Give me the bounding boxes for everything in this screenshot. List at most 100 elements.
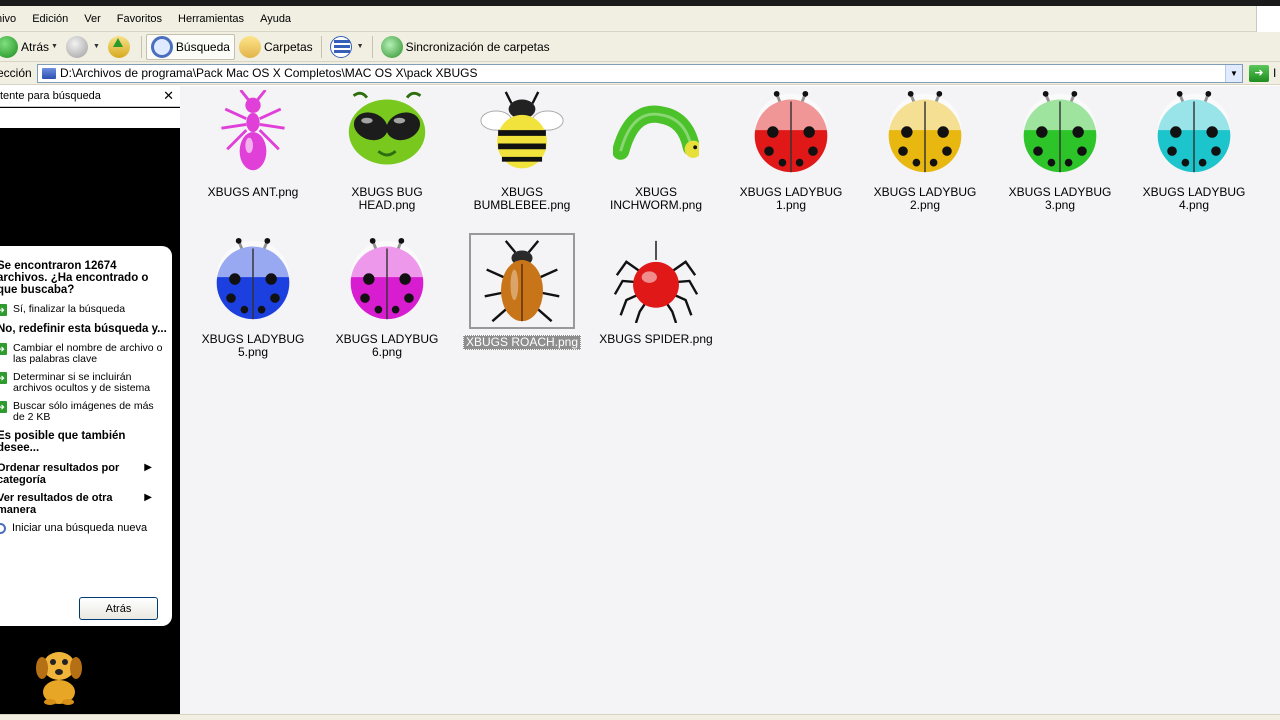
- forward-dropdown-icon[interactable]: ▼: [93, 43, 100, 50]
- sync-folders-button[interactable]: Sincronización de carpetas: [377, 34, 554, 60]
- back-button-pane[interactable]: Atrás: [79, 597, 158, 620]
- menu-archivo[interactable]: hivo: [0, 13, 24, 25]
- spider-icon: [613, 240, 699, 323]
- search-results-balloon: Se encontraron 12674 archivos. ¿Ha encon…: [0, 246, 172, 626]
- file-thumbnail: [611, 90, 701, 180]
- option-hidden-files[interactable]: ➔ Determinar si se incluirán archivos oc…: [0, 372, 168, 394]
- go-label[interactable]: I: [1273, 66, 1276, 80]
- folders-label: Carpetas: [263, 39, 313, 54]
- arrow-right-icon: ➔: [0, 372, 7, 384]
- file-item[interactable]: XBUGS BUG HEAD.png: [320, 90, 454, 212]
- sort-by-category-item[interactable]: Ordenar resultados por categoría ▶: [0, 462, 168, 486]
- file-item[interactable]: XBUGS LADYBUG 4.png: [1127, 90, 1261, 212]
- file-item[interactable]: XBUGS LADYBUG 2.png: [858, 90, 992, 212]
- magnifier-icon: [0, 522, 6, 534]
- ladybug-icon: [888, 90, 962, 173]
- file-thumbnail: [1015, 90, 1105, 180]
- menu-herramientas[interactable]: Herramientas: [170, 13, 252, 25]
- file-thumbnail: [611, 237, 701, 327]
- file-thumbnail: [208, 90, 298, 180]
- address-bar: ección D:\Archivos de programa\Pack Mac …: [0, 62, 1280, 85]
- file-name: XBUGS LADYBUG 1.png: [739, 185, 843, 212]
- file-name: XBUGS LADYBUG 5.png: [201, 332, 305, 359]
- file-item[interactable]: XBUGS ANT.png: [186, 90, 320, 199]
- file-item[interactable]: XBUGS LADYBUG 5.png: [186, 237, 320, 359]
- search-label: Búsqueda: [175, 39, 230, 54]
- file-item[interactable]: XBUGS INCHWORM.png: [589, 90, 723, 212]
- address-path: D:\Archivos de programa\Pack Mac OS X Co…: [60, 66, 478, 80]
- search-companion-pane: tente para búsqueda ✕ Se encontraron 126…: [0, 86, 180, 714]
- back-arrow-icon: [0, 35, 18, 58]
- menu-favoritos[interactable]: Favoritos: [109, 13, 170, 25]
- up-folder-button[interactable]: [104, 34, 137, 60]
- go-arrow-icon[interactable]: ➜: [1249, 64, 1269, 82]
- file-item[interactable]: XBUGS SPIDER.png: [589, 237, 723, 346]
- file-name: XBUGS ANT.png: [207, 185, 299, 199]
- views-dropdown-icon[interactable]: ▼: [357, 43, 364, 50]
- ladybug-icon: [1023, 90, 1097, 173]
- arrow-right-icon: ➔: [0, 343, 7, 355]
- back-label: Atrás: [21, 39, 50, 54]
- search-icon: [150, 35, 173, 58]
- ladybug-icon: [754, 90, 828, 173]
- file-name: XBUGS LADYBUG 4.png: [1142, 185, 1246, 212]
- menu-ayuda[interactable]: Ayuda: [252, 13, 299, 25]
- view-other-way-item[interactable]: Ver resultados de otra manera ▶: [0, 492, 168, 516]
- menu-ver[interactable]: Ver: [76, 13, 109, 25]
- file-item[interactable]: XBUGS ROACH.png: [455, 233, 589, 350]
- inchworm-icon: [613, 105, 699, 160]
- file-name: XBUGS LADYBUG 3.png: [1008, 185, 1112, 212]
- ladybug-icon: [1157, 90, 1231, 173]
- address-label: ección: [0, 66, 32, 80]
- refine-heading: No, redefinir esta búsqueda y...: [0, 323, 167, 335]
- option-label: Determinar si se incluirán archivos ocul…: [13, 371, 151, 394]
- file-item[interactable]: XBUGS LADYBUG 3.png: [993, 90, 1127, 212]
- results-question: Se encontraron 12674 archivos. ¿Ha encon…: [0, 260, 149, 296]
- menu-edicion[interactable]: Edición: [24, 13, 76, 25]
- toolbar-separator: [371, 35, 373, 58]
- address-input[interactable]: D:\Archivos de programa\Pack Mac OS X Co…: [37, 63, 1243, 83]
- file-name: XBUGS INCHWORM.png: [609, 185, 702, 212]
- option-rename-keywords[interactable]: ➔ Cambiar el nombre de archivo o las pal…: [0, 343, 168, 365]
- menu-bar: hivo Edición Ver Favoritos Herramientas …: [0, 6, 1280, 32]
- file-thumbnail: [342, 90, 432, 180]
- close-icon[interactable]: ✕: [163, 88, 174, 104]
- views-button[interactable]: ▼: [326, 34, 368, 60]
- forward-button[interactable]: ▼: [62, 34, 104, 60]
- sync-label: Sincronización de carpetas: [405, 39, 550, 54]
- new-search-link[interactable]: Iniciar una búsqueda nueva: [0, 522, 168, 534]
- file-name: XBUGS BUG HEAD.png: [351, 185, 423, 212]
- ant-icon: [221, 90, 285, 171]
- arrow-right-icon: ➔: [0, 304, 7, 316]
- back-dropdown-icon[interactable]: ▼: [51, 43, 58, 50]
- file-item[interactable]: XBUGS LADYBUG 1.png: [724, 90, 858, 212]
- folders-icon: [238, 35, 261, 58]
- folder-icon: [42, 67, 56, 79]
- file-name: XBUGS SPIDER.png: [599, 332, 713, 346]
- ladybug-icon: [216, 237, 290, 320]
- folders-button[interactable]: Carpetas: [235, 34, 317, 60]
- sync-icon: [380, 35, 403, 58]
- file-item[interactable]: XBUGS LADYBUG 6.png: [320, 237, 454, 359]
- option-label: Sí, finalizar la búsqueda: [13, 303, 126, 315]
- search-pane-header: tente para búsqueda ✕: [0, 86, 180, 107]
- file-item[interactable]: XBUGS BUMBLEBEE.png: [455, 90, 589, 212]
- windows-logo-icon: [1256, 6, 1280, 32]
- sort-label: Ordenar resultados por categoría: [0, 462, 120, 486]
- back-button[interactable]: Atrás ▼: [0, 34, 62, 60]
- file-thumbnail: [880, 90, 970, 180]
- up-folder-icon: [107, 35, 130, 58]
- views-icon: [329, 35, 352, 58]
- option-label: Cambiar el nombre de archivo o las palab…: [13, 342, 163, 365]
- search-button[interactable]: Búsqueda: [145, 33, 235, 60]
- toolbar-separator: [140, 35, 142, 58]
- address-dropdown-icon[interactable]: ▼: [1225, 64, 1242, 82]
- option-finish-search[interactable]: ➔ Sí, finalizar la búsqueda: [0, 304, 168, 316]
- file-thumbnail: [208, 237, 298, 327]
- search-dog-icon[interactable]: [30, 642, 88, 706]
- option-images-only[interactable]: ➔ Buscar sólo imágenes de más de 2 KB: [0, 401, 168, 423]
- file-name: XBUGS LADYBUG 6.png: [335, 332, 439, 359]
- file-thumbnail: [469, 233, 575, 329]
- file-name: XBUGS ROACH.png: [462, 335, 582, 350]
- file-thumbnail: [746, 90, 836, 180]
